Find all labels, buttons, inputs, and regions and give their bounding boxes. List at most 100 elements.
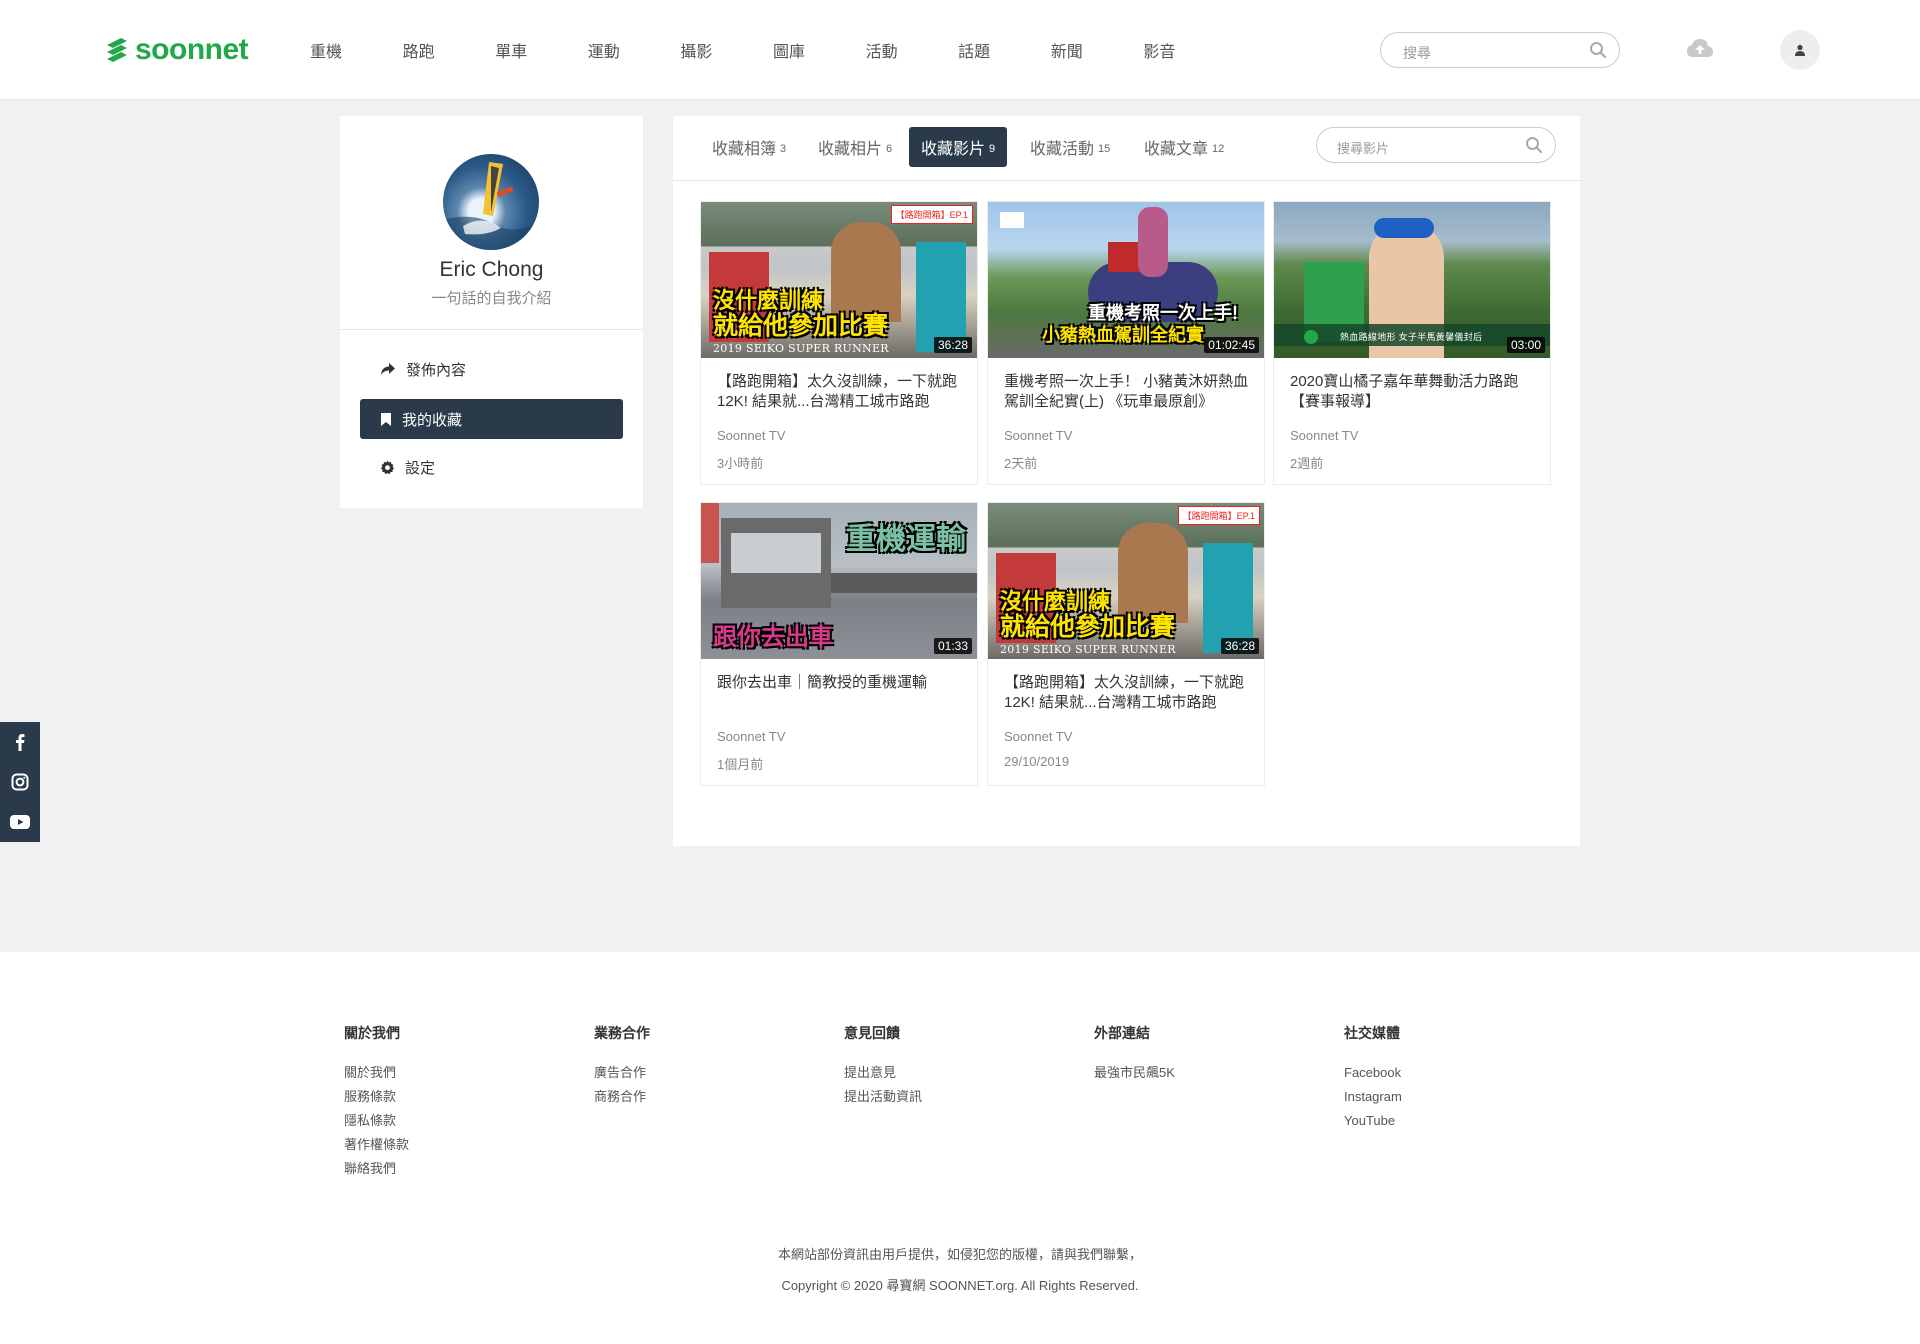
nav-item[interactable]: 重機 <box>310 38 403 62</box>
menu-item-favorites[interactable]: 我的收藏 <box>360 399 623 439</box>
tab-label: 收藏相片 <box>818 141 883 158</box>
footer-link[interactable]: 最強市民飆5K <box>1094 1061 1175 1085</box>
footer-column-external: 外部連結 最強市民飆5K <box>1094 1023 1175 1085</box>
tab-albums[interactable]: 收藏相簿 3 <box>700 127 798 167</box>
tab-videos[interactable]: 收藏影片 9 <box>909 127 1008 167</box>
footer-heading: 外部連結 <box>1094 1025 1150 1041</box>
video-overlay-text: 重機運輸 <box>846 523 966 556</box>
site-search-input[interactable]: 搜尋 <box>1380 32 1620 68</box>
menu-item-settings[interactable]: 設定 <box>360 447 623 487</box>
profile-name: Eric Chong <box>439 258 544 281</box>
instagram-icon[interactable] <box>0 762 40 802</box>
footer-link[interactable]: 著作權條款 <box>344 1133 409 1157</box>
video-card[interactable]: 重機考照一次上手! 小豬熱血駕訓全紀實 01:02:45 重機考照一次上手！ 小… <box>987 201 1265 485</box>
video-overlay-tag: 【路跑開箱】EP.1 <box>890 205 973 224</box>
footer-link[interactable]: 服務條款 <box>344 1085 409 1109</box>
main-nav: 重機 路跑 單車 運動 攝影 圖庫 活動 話題 新聞 影音 <box>310 38 1236 62</box>
nav-item[interactable]: 運動 <box>588 38 681 62</box>
video-overlay-text: 就給他參加比賽 <box>1000 613 1176 641</box>
search-icon[interactable] <box>1589 41 1607 59</box>
tab-events[interactable]: 收藏活動 15 <box>1018 127 1122 167</box>
tab-label: 收藏影片 <box>921 141 986 158</box>
video-overlay-subtext: 2019 SEIKO SUPER RUNNER <box>713 342 889 355</box>
video-source: Soonnet TV <box>1004 428 1073 443</box>
tab-photos[interactable]: 收藏相片 6 <box>806 127 904 167</box>
nav-item[interactable]: 影音 <box>1143 38 1236 62</box>
youtube-icon[interactable] <box>0 802 40 842</box>
video-thumbnail[interactable]: 重機考照一次上手! 小豬熱血駕訓全紀實 01:02:45 <box>988 202 1264 358</box>
footer-link[interactable]: Facebook <box>1344 1061 1402 1085</box>
video-source: Soonnet TV <box>1290 428 1359 443</box>
share-icon <box>381 363 395 375</box>
video-title[interactable]: 2020寶山橘子嘉年華舞動活力路跑【賽事報導】 <box>1290 372 1536 412</box>
footer-link[interactable]: 提出活動資訊 <box>844 1085 922 1109</box>
gear-icon <box>380 460 395 474</box>
menu-item-label: 設定 <box>405 459 436 477</box>
tab-count: 9 <box>989 143 996 155</box>
video-thumbnail[interactable]: 重機運輸 跟你去出車 01:33 <box>701 503 977 659</box>
footer-link[interactable]: YouTube <box>1344 1109 1402 1133</box>
nav-item[interactable]: 圖庫 <box>773 38 866 62</box>
video-date: 29/10/2019 <box>1004 754 1070 769</box>
video-card[interactable]: 【路跑開箱】EP.1 沒什麼訓練 就給他參加比賽 2019 SEIKO SUPE… <box>700 201 978 485</box>
nav-item[interactable]: 活動 <box>866 38 959 62</box>
bookmark-icon <box>381 412 391 426</box>
footer-heading: 業務合作 <box>594 1025 650 1041</box>
video-overlay-subtext: 2019 SEIKO SUPER RUNNER <box>1000 643 1176 656</box>
footer-link[interactable]: 商務合作 <box>594 1085 650 1109</box>
profile-avatar[interactable] <box>443 154 539 250</box>
nav-item[interactable]: 路跑 <box>403 38 496 62</box>
video-search-input[interactable]: 搜尋影片 <box>1316 127 1556 163</box>
video-date: 2週前 <box>1290 456 1324 471</box>
logo-text: soonnet <box>135 33 249 66</box>
footer-notice: 本網站部份資訊由用戶提供，如侵犯您的版權，請與我們聯繫， <box>777 1247 1142 1262</box>
footer-column-about: 關於我們 關於我們 服務條款 隱私條款 著作權條款 聯絡我們 <box>344 1023 409 1181</box>
favorites-panel: 收藏相簿 3 收藏相片 6 收藏影片 9 收藏活動 15 收藏文章 12 搜尋影片 【路跑… <box>673 116 1580 846</box>
menu-item-posts[interactable]: 發佈內容 <box>360 349 623 389</box>
footer: 關於我們 關於我們 服務條款 隱私條款 著作權條款 聯絡我們 業務合作 廣告合作… <box>0 952 1920 1344</box>
tab-articles[interactable]: 收藏文章 12 <box>1132 127 1236 167</box>
facebook-icon[interactable] <box>0 722 40 762</box>
video-title[interactable]: 跟你去出車｜簡教授的重機運輸 <box>717 673 963 693</box>
video-duration: 01:33 <box>933 638 972 654</box>
nav-item[interactable]: 話題 <box>958 38 1051 62</box>
logo[interactable]: soonnet <box>103 33 249 67</box>
footer-link[interactable]: Instagram <box>1344 1085 1402 1109</box>
footer-link[interactable]: 關於我們 <box>344 1061 409 1085</box>
footer-link[interactable]: 提出意見 <box>844 1061 922 1085</box>
video-title[interactable]: 【路跑開箱】太久沒訓練，一下就跑12K! 結果就...台灣精工城市路跑 <box>1004 673 1250 713</box>
search-placeholder: 搜尋 <box>1403 45 1431 61</box>
video-date: 1個月前 <box>717 757 764 772</box>
video-card[interactable]: 重機運輸 跟你去出車 01:33 跟你去出車｜簡教授的重機運輸 Soonnet … <box>700 502 978 786</box>
tab-count: 15 <box>1098 143 1111 155</box>
video-source: Soonnet TV <box>1004 729 1073 744</box>
search-placeholder: 搜尋影片 <box>1337 141 1390 156</box>
logo-icon <box>107 38 127 62</box>
search-icon[interactable] <box>1525 136 1543 154</box>
video-thumbnail[interactable]: 熱血路線地形 女子半馬黃馨儀封后 03:00 <box>1274 202 1550 358</box>
user-avatar-button[interactable] <box>1780 30 1820 70</box>
video-overlay-text: 沒什麼訓練 <box>713 288 824 313</box>
video-card[interactable]: 熱血路線地形 女子半馬黃馨儀封后 03:00 2020寶山橘子嘉年華舞動活力路跑… <box>1273 201 1551 485</box>
video-title[interactable]: 重機考照一次上手！ 小豬黃沐妍熱血駕訓全紀實(上) 《玩車最原創》 <box>1004 372 1250 412</box>
video-title[interactable]: 【路跑開箱】太久沒訓練，一下就跑12K! 結果就...台灣精工城市路跑 <box>717 372 963 412</box>
video-thumbnail[interactable]: 【路跑開箱】EP.1 沒什麼訓練 就給他參加比賽 2019 SEIKO SUPE… <box>701 202 977 358</box>
video-source: Soonnet TV <box>717 729 786 744</box>
tab-count: 12 <box>1212 143 1225 155</box>
tab-count: 3 <box>780 143 787 155</box>
tab-label: 收藏文章 <box>1144 141 1209 158</box>
nav-item[interactable]: 攝影 <box>680 38 773 62</box>
footer-link[interactable]: 隱私條款 <box>344 1109 409 1133</box>
nav-item[interactable]: 新聞 <box>1051 38 1144 62</box>
footer-link[interactable]: 聯絡我們 <box>344 1157 409 1181</box>
video-duration: 36:28 <box>1220 638 1259 654</box>
video-overlay-text: 就給他參加比賽 <box>713 312 889 340</box>
footer-link[interactable]: 廣告合作 <box>594 1061 650 1085</box>
footer-column-business: 業務合作 廣告合作 商務合作 <box>594 1023 650 1109</box>
video-duration: 36:28 <box>933 337 972 353</box>
upload-cloud-icon[interactable] <box>1686 37 1714 64</box>
video-card[interactable]: 【路跑開箱】EP.1 沒什麼訓練 就給他參加比賽 2019 SEIKO SUPE… <box>987 502 1265 786</box>
favorites-tabs: 收藏相簿 3 收藏相片 6 收藏影片 9 收藏活動 15 收藏文章 12 搜尋影片 <box>673 116 1580 181</box>
nav-item[interactable]: 單車 <box>495 38 588 62</box>
video-thumbnail[interactable]: 【路跑開箱】EP.1 沒什麼訓練 就給他參加比賽 2019 SEIKO SUPE… <box>988 503 1264 659</box>
